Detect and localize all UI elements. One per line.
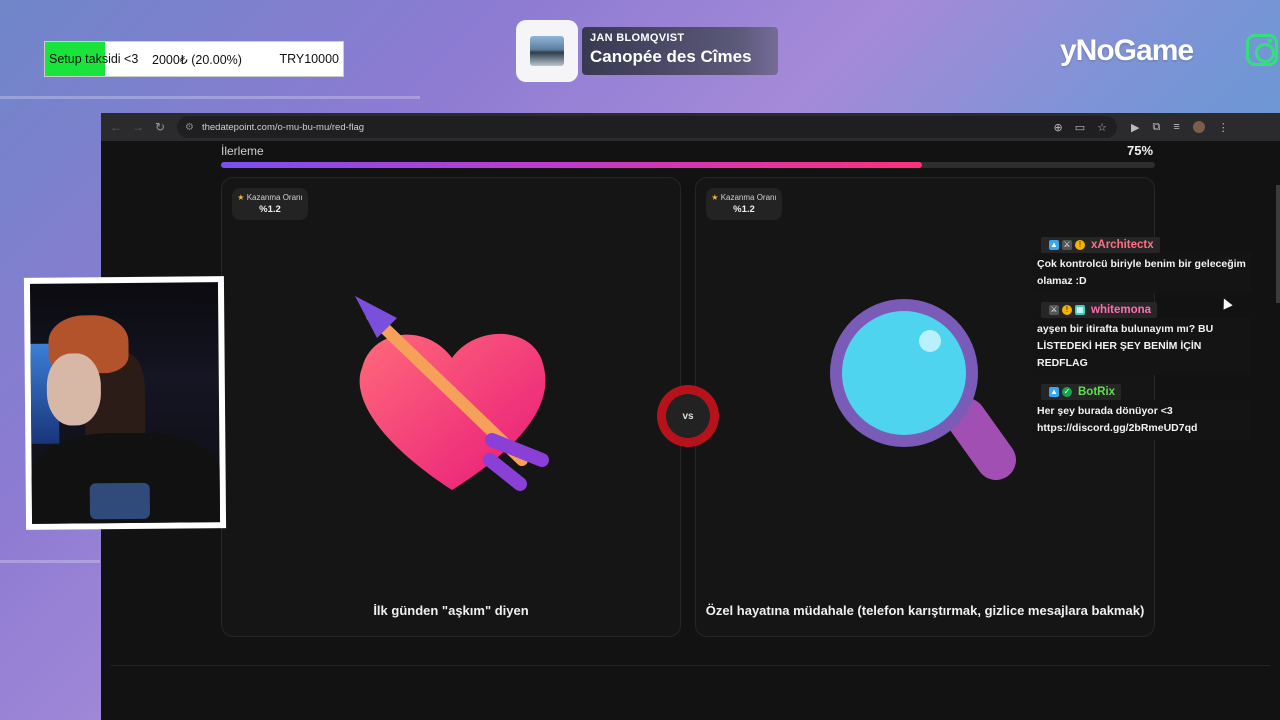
background-glitch (0, 96, 420, 99)
sword-badge-icon: ⚔ (1049, 305, 1059, 315)
progress-percent: 75% (1127, 143, 1154, 158)
chat-header: ▲ ✓ BotRix (1041, 384, 1122, 400)
now-playing-widget: JAN BLOMQVIST Canopée des Cîmes (516, 20, 778, 82)
webcam-feed (29, 282, 221, 524)
forward-icon[interactable]: → (127, 120, 149, 134)
reading-list-icon[interactable]: ≡ (1173, 121, 1179, 133)
chat-text: ayşen bir itirafta bulunayım mı? BU LİST… (1033, 318, 1251, 375)
reload-icon[interactable]: ↻ (149, 120, 171, 134)
profile-avatar[interactable] (1192, 121, 1205, 133)
prime-badge-icon: ▲ (1049, 387, 1059, 397)
zoom-icon[interactable]: ⊕ (1054, 121, 1063, 134)
info-badge-icon: ! (1075, 240, 1085, 250)
browser-toolbar: ← → ↻ ⚙ thedatepoint.com/o-mu-bu-mu/red-… (101, 113, 1280, 141)
chat-username: whitemona (1091, 304, 1152, 316)
background-glitch (0, 560, 100, 563)
stream-chat-overlay: ▲ ⚔ ! xArchitectx Çok kontrolcü biriyle … (1033, 234, 1251, 446)
donation-goal-bar: Setup taksidi <3 2000₺ (20.00%) TRY10000 (44, 41, 344, 77)
chat-message: ▲ ✓ BotRix Her şey burada dönüyor <3 htt… (1033, 381, 1251, 440)
chat-header: ⚔ ! ▦ whitemona (1041, 302, 1158, 318)
address-bar[interactable]: ⚙ thedatepoint.com/o-mu-bu-mu/red-flag ⊕… (177, 116, 1117, 138)
chat-header: ▲ ⚔ ! xArchitectx (1041, 237, 1160, 253)
menu-icon[interactable]: ⋮ (1218, 121, 1229, 134)
page-scrollbar[interactable] (1276, 185, 1280, 303)
progress-fill (221, 162, 922, 168)
now-playing-track: Canopée des Cîmes (590, 47, 752, 66)
webcam-frame (23, 276, 227, 530)
channel-brand-logo: yNoGame (1060, 34, 1194, 67)
album-art (516, 20, 578, 82)
option-title: İlk günden "aşkım" diyen (373, 603, 529, 618)
url-text: thedatepoint.com/o-mu-bu-mu/red-flag (201, 121, 365, 133)
site-info-icon[interactable]: ⚙ (185, 122, 194, 133)
chat-username: xArchitectx (1091, 239, 1154, 251)
sub-badge-icon: ▦ (1075, 305, 1085, 315)
versus-badge: vs (657, 385, 719, 447)
chat-text: Her şey burada dönüyor <3 https://discor… (1033, 400, 1251, 440)
progress-label: İlerleme (221, 144, 264, 158)
heart-with-arrow-icon (355, 296, 549, 491)
versus-label: vs (666, 394, 710, 438)
option-card-left[interactable]: ★ Kazanma Oranı %1.2 İlk günden "aşkım" … (221, 177, 681, 637)
bookmark-star-icon[interactable]: ☆ (1097, 121, 1107, 134)
back-icon[interactable]: ← (105, 120, 127, 134)
chat-message: ⚔ ! ▦ whitemona ayşen bir itirafta bulun… (1033, 299, 1251, 375)
instagram-icon (1246, 34, 1278, 66)
extension-icon[interactable]: ▶ (1131, 121, 1139, 134)
goal-progress-text: 2000₺ (20.00%) (152, 52, 242, 67)
verified-badge-icon: ✓ (1062, 387, 1072, 397)
sword-badge-icon: ⚔ (1062, 240, 1072, 250)
info-badge-icon: ! (1062, 305, 1072, 315)
now-playing-info: JAN BLOMQVIST Canopée des Cîmes (582, 27, 778, 75)
now-playing-artist: JAN BLOMQVIST (590, 32, 685, 44)
chat-text: Çok kontrolcü biriyle benim bir geleceği… (1033, 253, 1251, 293)
chat-username: BotRix (1078, 386, 1116, 398)
goal-label: Setup taksidi <3 (49, 52, 139, 66)
section-divider (111, 665, 1270, 666)
option-title: Özel hayatına müdahale (telefon karıştır… (705, 603, 1145, 618)
goal-target: TRY10000 (279, 52, 339, 66)
extensions-puzzle-icon[interactable]: ⧉ (1152, 121, 1160, 134)
cast-icon[interactable]: ▭ (1075, 121, 1085, 134)
progress-track (221, 162, 1155, 168)
chat-message: ▲ ⚔ ! xArchitectx Çok kontrolcü biriyle … (1033, 234, 1251, 293)
prime-badge-icon: ▲ (1049, 240, 1059, 250)
